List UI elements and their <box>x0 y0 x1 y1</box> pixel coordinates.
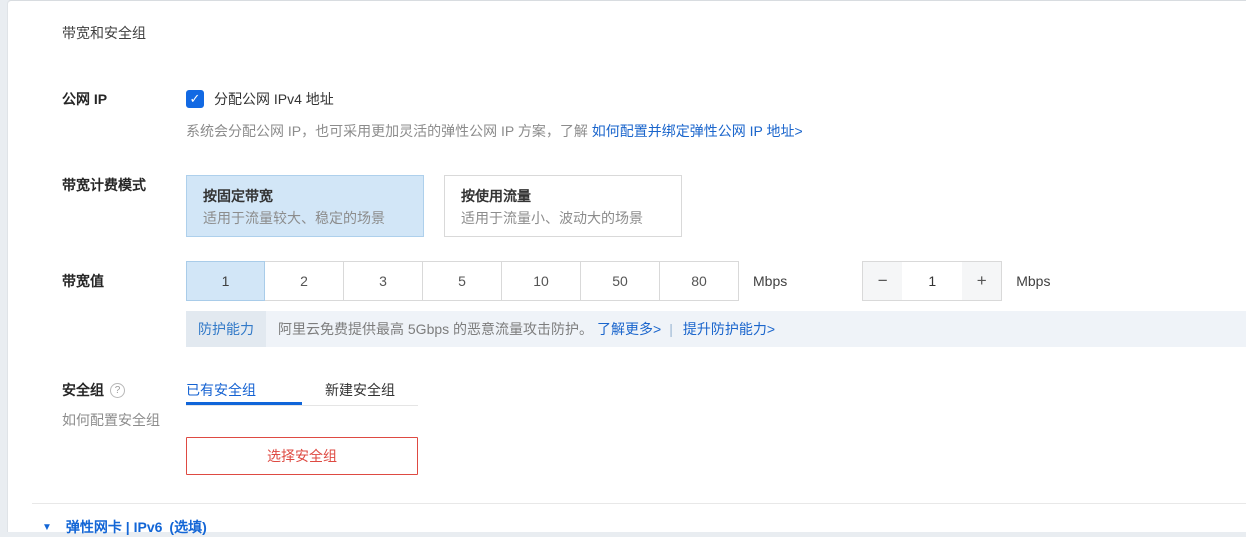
stepper-plus-button[interactable]: + <box>962 262 1001 300</box>
bandwidth-option-1[interactable]: 1 <box>186 261 265 301</box>
bandwidth-option-10[interactable]: 10 <box>502 261 581 301</box>
stepper-minus-button[interactable]: − <box>863 262 902 300</box>
protection-notice-row: 防护能力 阿里云免费提供最高 5Gbps 的恶意流量攻击防护。 了解更多> | … <box>62 311 1246 347</box>
footer-divider <box>32 503 1246 504</box>
billing-option-subtitle: 适用于流量小、波动大的场景 <box>461 207 665 229</box>
security-group-tabs: 已有安全组 新建安全组 <box>186 380 418 406</box>
bandwidth-option-2[interactable]: 2 <box>265 261 344 301</box>
eip-config-link[interactable]: 如何配置并绑定弹性公网 IP 地址> <box>592 123 803 139</box>
learn-more-link[interactable]: 了解更多> <box>597 319 661 339</box>
public-ip-label: 公网 IP <box>62 89 186 141</box>
billing-mode-label: 带宽计费模式 <box>62 175 186 237</box>
help-icon[interactable]: ? <box>110 383 125 398</box>
protection-tag: 防护能力 <box>186 311 266 347</box>
security-group-label-col: 安全组 ? 如何配置安全组 <box>62 380 186 475</box>
bandwidth-option-3[interactable]: 3 <box>344 261 423 301</box>
bandwidth-stepper: − 1 + <box>862 261 1002 301</box>
eni-ipv6-title: 弹性网卡 | IPv6 <box>66 517 163 537</box>
upgrade-protection-link[interactable]: 提升防护能力> <box>683 319 775 339</box>
caret-down-icon: ▼ <box>42 522 52 533</box>
tab-new-security-group[interactable]: 新建安全组 <box>302 380 418 405</box>
bandwidth-unit: Mbps <box>753 273 787 289</box>
billing-option-by-traffic[interactable]: 按使用流量 适用于流量小、波动大的场景 <box>444 175 682 237</box>
stepper-value-input[interactable]: 1 <box>902 262 962 300</box>
bandwidth-option-80[interactable]: 80 <box>660 261 739 301</box>
billing-option-fixed-bandwidth[interactable]: 按固定带宽 适用于流量较大、稳定的场景 <box>186 175 424 237</box>
bandwidth-option-50[interactable]: 50 <box>581 261 660 301</box>
tab-existing-security-group[interactable]: 已有安全组 <box>186 380 302 405</box>
security-group-label: 安全组 <box>62 380 104 400</box>
section-title: 带宽和安全组 <box>62 23 1246 43</box>
stepper-unit: Mbps <box>1016 273 1050 289</box>
check-icon: ✓ <box>190 91 201 106</box>
select-security-group-button[interactable]: 选择安全组 <box>186 437 418 475</box>
security-group-row: 安全组 ? 如何配置安全组 已有安全组 新建安全组 选择安全组 <box>62 380 1246 475</box>
security-group-howto-link[interactable]: 如何配置安全组 <box>62 410 186 430</box>
notice-separator: | <box>669 321 673 337</box>
billing-option-title: 按固定带宽 <box>203 185 407 207</box>
assign-ipv4-checkbox[interactable]: ✓ <box>186 90 204 108</box>
protection-notice-bar: 防护能力 阿里云免费提供最高 5Gbps 的恶意流量攻击防护。 了解更多> | … <box>186 311 1246 347</box>
bandwidth-segment-group: 1 2 3 5 10 50 80 <box>186 261 739 301</box>
assign-ipv4-checkbox-label[interactable]: 分配公网 IPv4 地址 <box>214 89 334 109</box>
billing-option-subtitle: 适用于流量较大、稳定的场景 <box>203 207 407 229</box>
public-ip-row: 公网 IP ✓ 分配公网 IPv4 地址 系统会分配公网 IP，也可采用更加灵活… <box>62 89 1246 141</box>
billing-mode-row: 带宽计费模式 按固定带宽 适用于流量较大、稳定的场景 按使用流量 适用于流量小、… <box>62 175 1246 237</box>
bandwidth-value-row: 带宽值 1 2 3 5 10 50 80 Mbps − 1 + Mbps <box>62 261 1246 301</box>
protection-text: 阿里云免费提供最高 5Gbps 的恶意流量攻击防护。 <box>278 319 593 339</box>
bandwidth-value-label: 带宽值 <box>62 271 186 291</box>
public-ip-description: 系统会分配公网 IP，也可采用更加灵活的弹性公网 IP 方案，了解 <box>186 123 592 139</box>
bandwidth-security-card: 带宽和安全组 公网 IP ✓ 分配公网 IPv4 地址 系统会分配公网 IP，也… <box>7 0 1246 532</box>
optional-hint: (选填) <box>169 517 206 537</box>
eni-ipv6-collapse-header[interactable]: ▼ 弹性网卡 | IPv6 (选填) <box>42 517 1246 537</box>
bandwidth-option-5[interactable]: 5 <box>423 261 502 301</box>
billing-option-title: 按使用流量 <box>461 185 665 207</box>
